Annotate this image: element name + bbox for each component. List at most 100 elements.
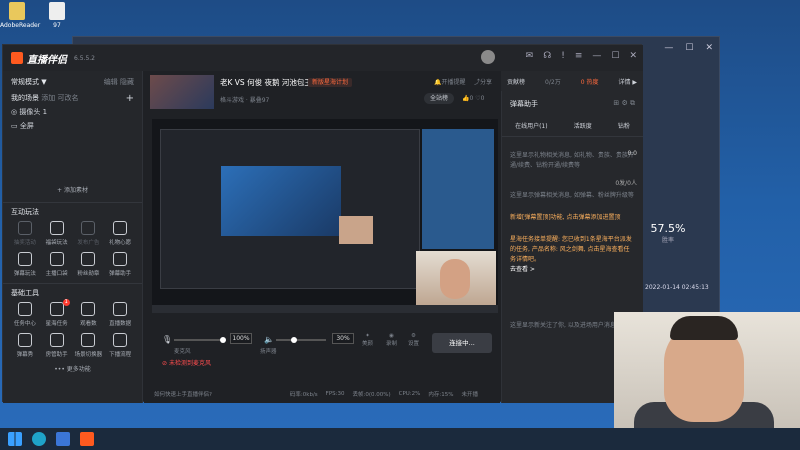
live-companion-taskbar-icon[interactable]	[80, 432, 94, 446]
likes-count: 👍0 ♡0	[462, 95, 485, 102]
tools-item[interactable]: 星海任务 1	[41, 299, 73, 327]
tools-item[interactable]: 下播流程	[104, 333, 136, 358]
interactive-item[interactable]: 礼物心愿	[104, 221, 136, 246]
tab-diamond-fans[interactable]: 钻粉	[618, 121, 630, 130]
speaker-icon[interactable]: 🔈	[264, 335, 274, 344]
close-icon[interactable]: ✕	[629, 51, 637, 61]
interactive-item[interactable]: 主播口袋	[41, 252, 73, 277]
scenes-tab-3[interactable]: 可改名	[57, 94, 78, 102]
scenes-tab-2[interactable]: 添加	[41, 94, 55, 102]
stream-tag[interactable]: 新版星海计划	[308, 78, 353, 87]
tab-online-users[interactable]: 在线用户(1)	[515, 121, 548, 130]
more-features[interactable]: ••• 更多功能	[3, 364, 142, 373]
edge-icon[interactable]	[32, 432, 46, 446]
status-bar: 如何快速上手直播伴侣? 码率:0kb/s FPS:30 丢帧:0(0.00%) …	[154, 390, 478, 398]
speaker-slider[interactable]	[291, 337, 297, 343]
tools-icon	[49, 302, 64, 316]
app-icon-blue[interactable]	[56, 432, 70, 446]
pin-feature-notice[interactable]: 新增[弹幕置顶]功能, 点击弹幕添加进置顶	[502, 207, 643, 229]
screen-icon: ▭	[11, 122, 20, 130]
interactive-item[interactable]: 弹幕助手	[104, 252, 136, 277]
interactive-icon	[81, 252, 96, 266]
contrib-label[interactable]: 贡献榜	[507, 77, 525, 86]
left-panel: 常规模式 ▼ 编辑 隐藏 我的场景 添加 可改名 + ◎ 摄像头 1 ▭ 全屏 …	[3, 71, 143, 403]
source-item[interactable]: ▭ 全屏	[3, 119, 142, 133]
source-item[interactable]: ◎ 摄像头 1	[3, 105, 142, 119]
settings-button[interactable]: ⚙ 设置	[408, 333, 419, 347]
start-remind-button[interactable]: 🔔开播提醒	[434, 77, 466, 86]
bg-window-controls[interactable]: — ☐ ✕	[664, 43, 713, 53]
tools-item[interactable]: 场景切换器	[73, 333, 105, 358]
tools-icon	[113, 333, 128, 347]
tools-item[interactable]: 任务中心	[9, 302, 41, 327]
connect-button[interactable]: 连接中...	[432, 333, 492, 353]
interactive-icon	[49, 221, 64, 235]
help-tip[interactable]: 如何快速上手直播伴侣?	[154, 390, 212, 398]
speaker-volume[interactable]: 30%	[332, 333, 354, 344]
interactive-icon	[81, 221, 96, 235]
mic-label: 麦克风	[174, 349, 191, 355]
detail-link[interactable]: 详情 ▶	[618, 77, 637, 86]
tab-activity[interactable]: 活跃度	[574, 121, 592, 130]
tools-item[interactable]: 观看数	[73, 302, 105, 327]
minimize-icon[interactable]: —	[592, 51, 601, 61]
mic-volume[interactable]: 100%	[230, 333, 252, 344]
edit-link[interactable]: 编辑	[104, 78, 118, 86]
avatar[interactable]	[481, 50, 495, 64]
logo-icon	[11, 52, 23, 64]
mic-slider[interactable]	[220, 337, 226, 343]
view-task-link[interactable]: 去查看 >	[510, 266, 535, 273]
desktop-icon-97[interactable]: 97	[40, 2, 74, 29]
interactive-icon	[113, 252, 128, 266]
notice-icon[interactable]: !	[561, 51, 565, 61]
scenes-tab[interactable]: 我的场景	[11, 94, 39, 102]
desktop-icon-adobe[interactable]: AdobeReader	[0, 2, 40, 29]
mode-select[interactable]: 常规模式 ▼	[11, 77, 47, 87]
webcam-feed	[614, 312, 800, 428]
app-logo: 直播伴侣 6.5.5.2	[11, 51, 95, 66]
hide-link[interactable]: 隐藏	[120, 78, 134, 86]
assistant-tools[interactable]: ⊞ ⚙ ⧉	[613, 99, 635, 109]
maximize-icon[interactable]: ☐	[611, 51, 619, 61]
tools-grid: 任务中心 星海任务 1 观看数 直播数据弹幕秀 房管助手 场景切换器 下播流程	[3, 298, 142, 362]
interactive-icon	[17, 252, 32, 266]
interactive-icon	[113, 221, 128, 235]
add-material-button[interactable]: + 添加素材	[3, 185, 142, 194]
message-icon[interactable]: ✉	[526, 51, 534, 61]
add-scene-button[interactable]: +	[126, 93, 134, 104]
interactive-item[interactable]: 粉丝勋章	[73, 252, 105, 277]
notification-badge: 1	[62, 299, 70, 306]
danmu-message-hint: 这里显示弹幕相关消息, 如弹幕、粉丝牌升级等 0发/0人	[510, 180, 637, 199]
fans-rank-chip[interactable]: 全站榜	[424, 93, 455, 104]
interactive-item[interactable]: 抽奖活动	[9, 221, 41, 246]
live-companion-window: 直播伴侣 6.5.5.2 ✉ ☊ ! ≡ — ☐ ✕ 常规模式 ▼ 编辑 隐藏 我…	[2, 44, 643, 403]
gift-message-hint: 这里显示礼物相关消息, 如礼物、贵族、贵族开通/续费、钻粉开通/续费等 0.0	[510, 150, 637, 169]
taskbar	[0, 428, 800, 450]
category[interactable]: 格斗游戏 · 暴叠97	[220, 95, 269, 104]
window-controls: ✉ ☊ ! ≡ — ☐ ✕	[526, 51, 637, 61]
interactive-item[interactable]: 发布广告	[73, 221, 105, 246]
tools-item[interactable]: 房管助手	[41, 333, 73, 358]
tools-item[interactable]: 直播数据	[104, 302, 136, 327]
score-value: 0.0	[627, 150, 637, 157]
interactive-item[interactable]: 弹幕玩法	[9, 252, 41, 277]
interactive-item[interactable]: 福袋玩法	[41, 221, 73, 246]
tools-icon	[81, 302, 96, 316]
cover-thumbnail[interactable]	[150, 75, 214, 109]
file-icon	[49, 2, 65, 20]
share-button[interactable]: ⤴分享	[474, 77, 492, 86]
assistant-title: 弹幕助手	[510, 100, 538, 108]
mic-icon[interactable]: 🎙	[162, 335, 172, 344]
windows-start-icon[interactable]	[8, 432, 22, 446]
beauty-button[interactable]: ✦ 美颜	[362, 333, 373, 347]
menu-icon[interactable]: ≡	[575, 51, 583, 61]
mic-warning: ⊘ 未检测到麦克风	[162, 360, 211, 367]
tools-item[interactable]: 弹幕秀	[9, 333, 41, 358]
headset-icon[interactable]: ☊	[543, 51, 551, 61]
stream-preview[interactable]	[152, 119, 498, 313]
record-button[interactable]: ◉ 录制	[386, 333, 397, 347]
stream-title[interactable]: 老K VS 何俊 夜鹅 河池包王	[220, 77, 312, 88]
speaker-label: 扬声器	[260, 349, 277, 355]
hot-label: 0 热度	[580, 78, 599, 86]
interactive-title: 互动玩法	[11, 208, 39, 216]
